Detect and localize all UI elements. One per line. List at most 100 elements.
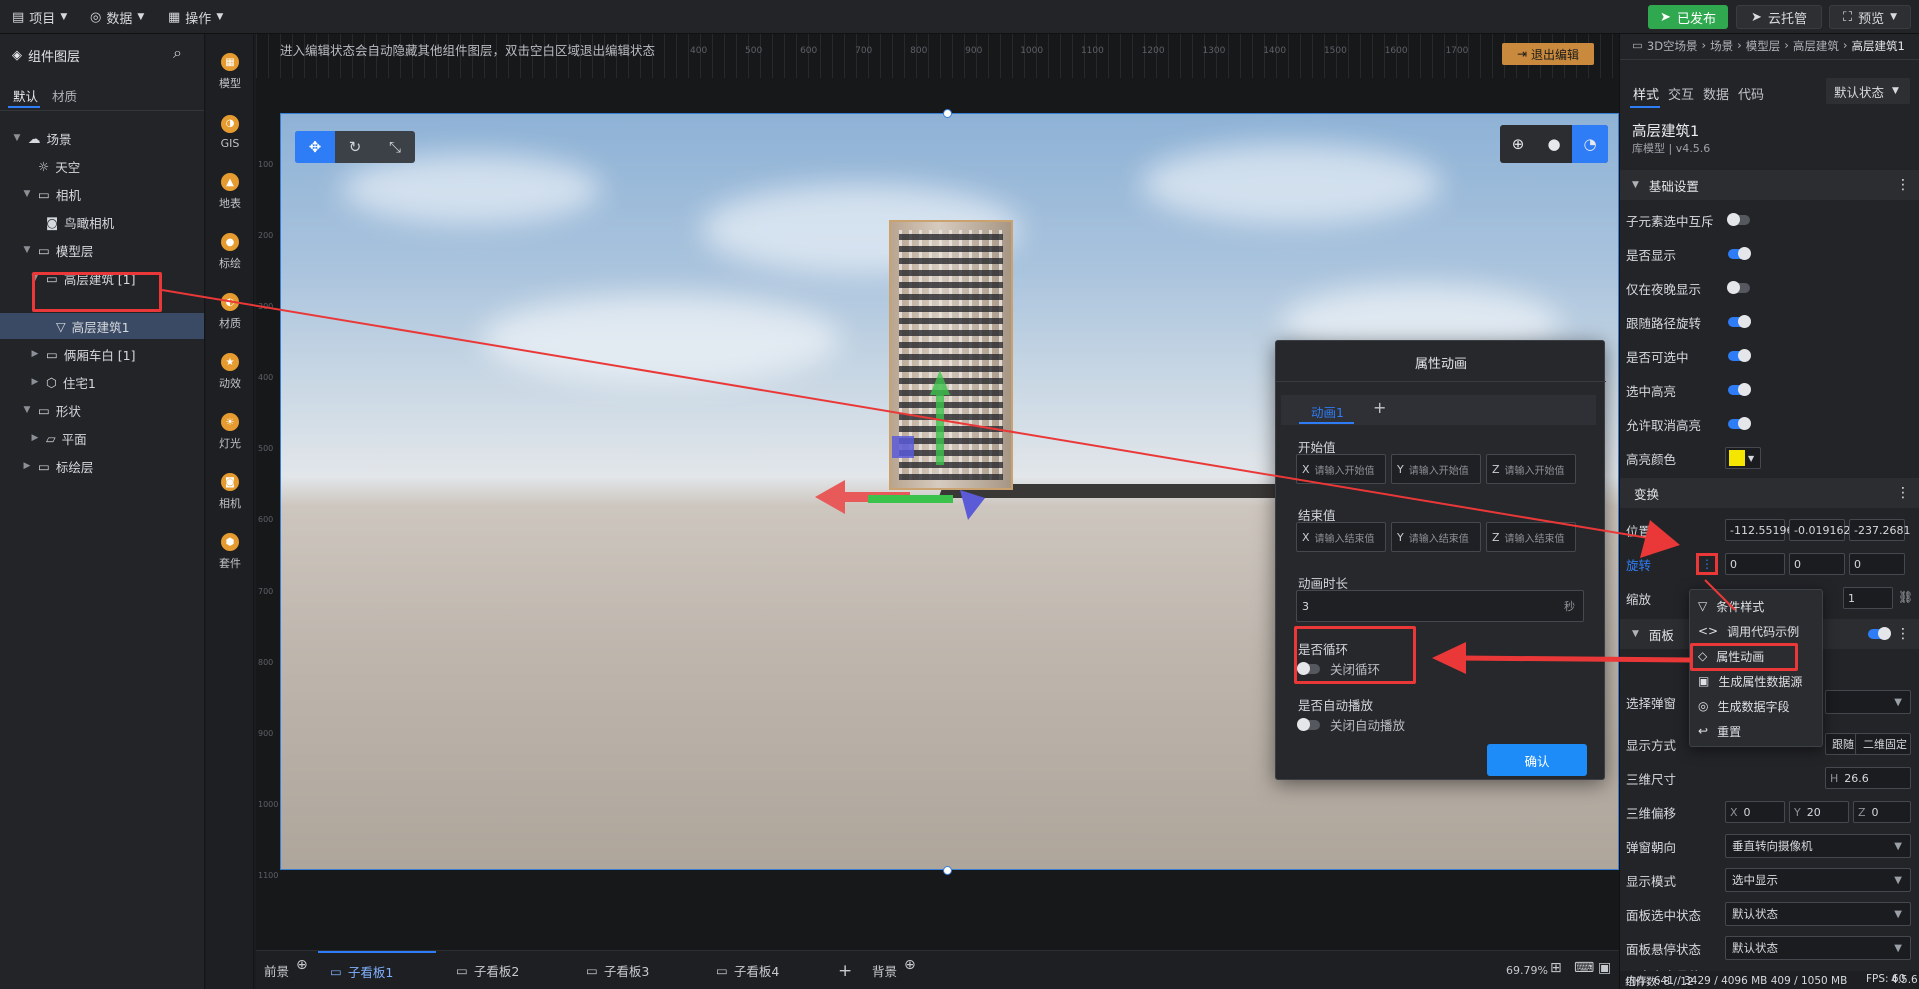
offset-z-input[interactable]: Z0: [1853, 801, 1911, 823]
move-icon[interactable]: ✥: [295, 131, 335, 163]
selected-state-select[interactable]: 默认状态 ▼: [1725, 902, 1911, 926]
tree-item-sky[interactable]: ☼ 天空: [0, 153, 204, 179]
toggle-switch[interactable]: [1868, 627, 1891, 640]
rail-marker[interactable]: ● 标绘: [206, 224, 254, 280]
toggle-switch[interactable]: [1728, 315, 1751, 328]
add-circle-icon[interactable]: ⊕: [296, 957, 308, 973]
tree-item-scene[interactable]: ▼ ☁ 场景: [0, 125, 204, 151]
terminal-icon[interactable]: ▣: [1598, 960, 1611, 976]
section-basic[interactable]: ▼ 基础设置 ⋮: [1620, 170, 1919, 200]
display-follow-option[interactable]: 跟随: [1825, 733, 1857, 755]
color-picker[interactable]: ▼: [1725, 447, 1761, 469]
sub-board-tab-3[interactable]: ▭ 子看板3: [586, 951, 649, 989]
tab-code[interactable]: 代码: [1738, 84, 1764, 103]
size-h-input[interactable]: H 26.6: [1825, 767, 1911, 789]
scale-input[interactable]: 1: [1843, 587, 1893, 609]
rotation-x-input[interactable]: 0: [1725, 553, 1785, 575]
keyboard-icon[interactable]: ⌨: [1574, 960, 1594, 976]
toggle-switch[interactable]: [1727, 281, 1750, 294]
end-x-input[interactable]: X 请输入结束值: [1296, 522, 1386, 552]
orientation-select[interactable]: 垂直转向摄像机 ▼: [1725, 834, 1911, 858]
offset-y-input[interactable]: Y 20: [1789, 801, 1849, 823]
autoplay-toggle[interactable]: 关闭自动播放: [1297, 715, 1405, 734]
menu-operations[interactable]: ▦ 操作 ▼: [168, 6, 223, 28]
preview-button[interactable]: ⛶ 预览 ▼: [1829, 5, 1911, 29]
globe-icon[interactable]: ⊕: [1500, 125, 1536, 163]
gizmo-z-axis[interactable]: [960, 490, 985, 520]
zoom-level[interactable]: 69.79%: [1506, 951, 1548, 989]
menu-data[interactable]: ◎ 数据 ▼: [90, 6, 144, 28]
rail-effect[interactable]: ★ 动效: [206, 344, 254, 400]
toggle-switch[interactable]: [1297, 717, 1320, 731]
menu-item-code-example[interactable]: <> 调用代码示例: [1698, 619, 1799, 643]
toggle-switch[interactable]: [1728, 383, 1751, 396]
foreground-tab[interactable]: 前景: [264, 951, 289, 989]
resize-handle[interactable]: [943, 866, 952, 875]
tree-item-shapes[interactable]: ▼ ▭ 形状: [0, 397, 204, 423]
toggle-switch[interactable]: [1727, 213, 1750, 226]
tree-item-annotation-layer[interactable]: ▶ ▭ 标绘层: [0, 453, 204, 479]
exit-edit-button[interactable]: ⇥ 退出编辑: [1502, 43, 1594, 65]
confirm-button[interactable]: 确认: [1487, 744, 1587, 776]
display-2d-fixed-option[interactable]: 二维固定: [1855, 733, 1911, 755]
tree-item-model-layer[interactable]: ▼ ▭ 模型层: [0, 237, 204, 263]
toggle-switch[interactable]: [1728, 247, 1751, 260]
hover-state-select[interactable]: 默认状态 ▼: [1725, 936, 1911, 960]
add-tab-button[interactable]: +: [1373, 398, 1386, 417]
cloud-host-button[interactable]: ➤ 云托管: [1736, 5, 1822, 29]
tab-material[interactable]: 材质: [52, 86, 77, 105]
resize-handle[interactable]: [943, 109, 952, 118]
start-y-input[interactable]: Y 请输入开始值: [1391, 454, 1481, 484]
end-y-input[interactable]: Y 请输入结束值: [1391, 522, 1481, 552]
toggle-switch[interactable]: [1728, 349, 1751, 362]
tree-item-plane[interactable]: ▶ ▱ 平面: [0, 425, 204, 451]
tab-interaction[interactable]: 交互: [1668, 84, 1694, 103]
scale-icon[interactable]: ⤡: [375, 131, 415, 163]
rail-camera[interactable]: ◙ 相机: [206, 464, 254, 520]
background-tab[interactable]: 背景: [872, 951, 897, 989]
menu-item-conditional-style[interactable]: ▽ 条件样式: [1698, 594, 1764, 618]
sub-board-tab-1[interactable]: ▭ 子看板1: [318, 951, 436, 989]
tree-item-car-group[interactable]: ▶ ▭ 俩厢车白 [1]: [0, 341, 204, 367]
search-icon[interactable]: ⌕: [173, 43, 182, 63]
rail-material[interactable]: ◐ 材质: [206, 284, 254, 340]
position-z-input[interactable]: -237.2681: [1849, 519, 1910, 541]
fit-icon[interactable]: ⊞: [1550, 960, 1562, 976]
rotate-icon[interactable]: ↻: [335, 131, 375, 163]
gizmo-plane-handle[interactable]: [868, 495, 953, 503]
pie-icon[interactable]: ◔: [1572, 125, 1608, 163]
tree-item-camera-folder[interactable]: ▼ ▭ 相机: [0, 181, 204, 207]
tree-item-birdview-camera[interactable]: ◙ 鸟瞰相机: [0, 209, 204, 235]
tab-anim-1[interactable]: 动画1: [1311, 402, 1344, 421]
link-icon[interactable]: ⛓: [1898, 590, 1913, 604]
add-circle-icon[interactable]: ⊕: [904, 957, 916, 973]
add-board-button[interactable]: +: [838, 951, 852, 989]
tab-style[interactable]: 样式: [1633, 84, 1659, 103]
gizmo-y-axis[interactable]: [930, 370, 950, 465]
start-z-input[interactable]: Z 请输入开始值: [1486, 454, 1576, 484]
position-y-input[interactable]: -0.0191621: [1789, 519, 1857, 541]
offset-x-input[interactable]: X0: [1725, 801, 1785, 823]
rail-gis[interactable]: ◑ GIS: [206, 104, 254, 160]
menu-project[interactable]: ▤ 项目 ▼: [12, 6, 67, 28]
tree-item-residence-1[interactable]: ▶ ⬡ 住宅1: [0, 369, 204, 395]
rail-terrain[interactable]: ▲ 地表: [206, 164, 254, 220]
toggle-switch[interactable]: [1728, 417, 1751, 430]
more-icon[interactable]: ⋮: [1896, 485, 1910, 501]
rail-kit[interactable]: ⬢ 套件: [206, 524, 254, 580]
state-select[interactable]: 默认状态 ▼: [1826, 78, 1910, 104]
tab-default[interactable]: 默认: [13, 86, 38, 105]
rail-light[interactable]: ☀ 灯光: [206, 404, 254, 460]
start-x-input[interactable]: X 请输入开始值: [1296, 454, 1386, 484]
rotation-y-input[interactable]: 0: [1789, 553, 1845, 575]
more-options-icon[interactable]: ⋮: [1696, 553, 1718, 575]
sub-board-tab-2[interactable]: ▭ 子看板2: [456, 951, 519, 989]
duration-input[interactable]: 3 秒: [1296, 590, 1584, 622]
rail-model[interactable]: ▦ 模型: [206, 44, 254, 100]
transform-gizmo[interactable]: [800, 350, 1000, 520]
more-icon[interactable]: ⋮: [1896, 177, 1910, 193]
menu-item-gen-data-field[interactable]: ◎ 生成数据字段: [1698, 694, 1790, 718]
section-transform[interactable]: 变换 ⋮: [1620, 478, 1919, 508]
rotation-z-input[interactable]: 0: [1849, 553, 1905, 575]
gizmo-z-handle[interactable]: [892, 436, 914, 458]
